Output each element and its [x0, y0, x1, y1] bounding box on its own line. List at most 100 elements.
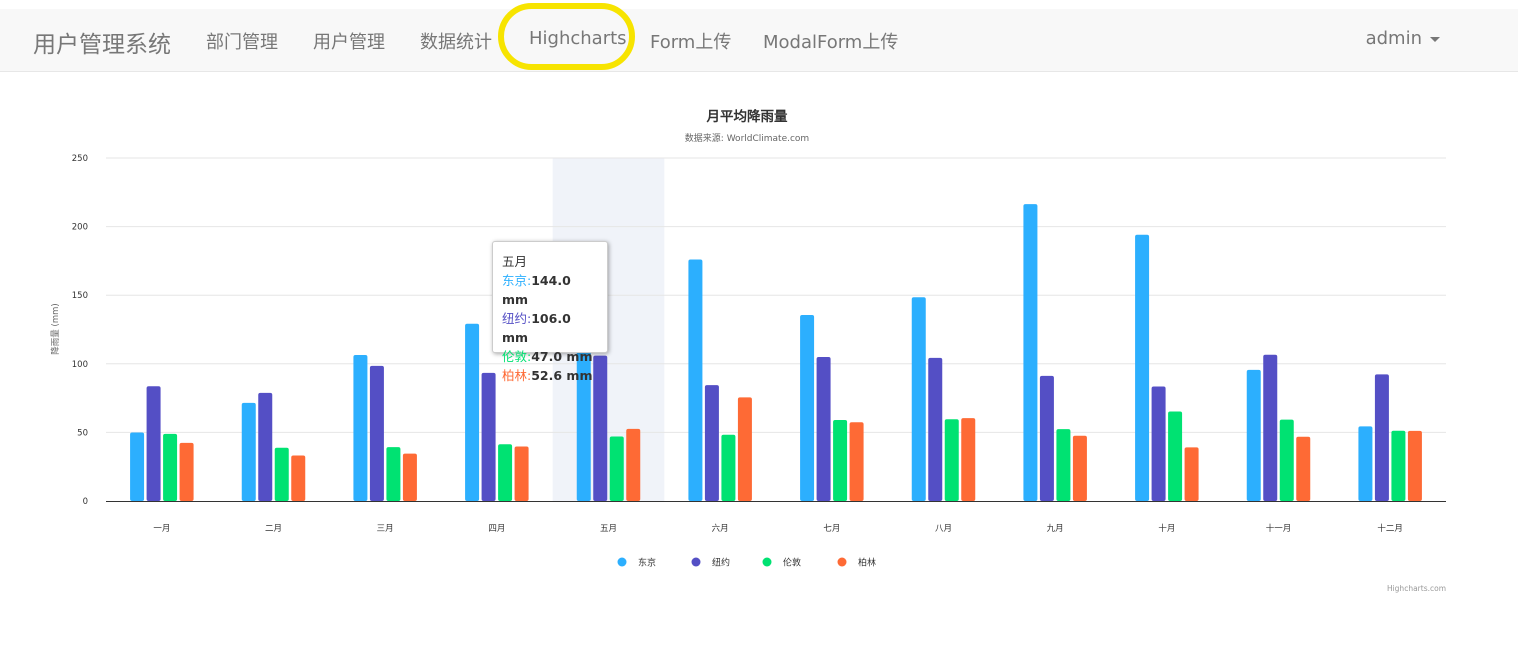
bar[interactable] — [498, 444, 513, 501]
bar[interactable] — [130, 432, 145, 501]
bar[interactable] — [721, 434, 736, 501]
nav-item-user[interactable]: 用户管理 — [313, 28, 385, 54]
bar[interactable] — [146, 386, 161, 501]
bar[interactable] — [1184, 447, 1199, 501]
bar[interactable] — [386, 447, 401, 501]
bar[interactable] — [833, 420, 848, 501]
x-tick-label: 六月 — [712, 523, 729, 534]
bar[interactable] — [402, 453, 417, 501]
legend-label: 柏林 — [858, 557, 876, 569]
bar[interactable] — [1374, 374, 1389, 501]
x-tick-label: 八月 — [935, 524, 952, 534]
bar[interactable] — [1358, 426, 1373, 501]
x-tick-label: 二月 — [265, 524, 282, 534]
tooltip-row: 东京:144.0 mm — [502, 273, 571, 307]
y-axis-ticks: 0 50 100 150 200 250 — [72, 154, 88, 507]
bar[interactable] — [1168, 411, 1183, 501]
bar[interactable] — [704, 385, 719, 501]
y-tick-label: 0 — [83, 497, 88, 507]
tooltip-label: 柏林 — [502, 368, 528, 383]
bar[interactable] — [465, 323, 480, 501]
bar[interactable] — [1296, 436, 1311, 501]
bar[interactable] — [1039, 375, 1054, 501]
bar[interactable] — [800, 314, 815, 501]
user-name: admin — [1365, 28, 1422, 49]
legend-item[interactable]: 纽约 — [691, 557, 731, 569]
tooltip-label: 伦敦 — [502, 349, 528, 364]
y-tick-label: 250 — [72, 154, 88, 164]
bar[interactable] — [961, 418, 976, 501]
bar[interactable] — [353, 355, 368, 501]
bar[interactable] — [274, 447, 289, 501]
caret-down-icon — [1430, 36, 1440, 42]
chart-tooltip: 五月 东京:144.0 mm 纽约:106.0 mm 伦敦:47.0 mm 柏林… — [492, 241, 608, 383]
bar[interactable] — [1023, 204, 1038, 502]
gridlines — [106, 157, 1446, 433]
bar[interactable] — [737, 397, 752, 501]
x-tick-label: 四月 — [488, 524, 505, 534]
legend-label: 纽约 — [712, 557, 730, 569]
bar[interactable] — [911, 297, 926, 501]
legend-marker — [617, 557, 627, 567]
bar[interactable] — [1135, 234, 1150, 501]
y-tick-label: 150 — [72, 291, 88, 301]
x-tick-label: 十月 — [1158, 523, 1175, 534]
brand-title[interactable]: 用户管理系统 — [33, 25, 171, 59]
nav-item-form-upload[interactable]: Form上传 — [650, 28, 731, 54]
highlight-annotation — [498, 3, 635, 70]
y-tick-label: 100 — [72, 360, 88, 370]
legend-item[interactable]: 东京 — [617, 557, 657, 569]
bar[interactable] — [1279, 419, 1294, 501]
bars — [130, 204, 1422, 502]
x-tick-label: 九月 — [1047, 524, 1064, 534]
legend-label: 东京 — [638, 557, 656, 569]
user-dropdown[interactable]: admin — [1366, 28, 1440, 49]
tooltip-label: 东京 — [502, 273, 528, 288]
legend-marker — [762, 557, 772, 567]
y-axis-title: 降雨量 (mm) — [50, 303, 61, 354]
navbar: 用户管理系统 部门管理 用户管理 数据统计 Highcharts Form上传 … — [0, 9, 1518, 72]
x-tick-label: 三月 — [377, 524, 394, 534]
tooltip-title: 五月 — [502, 254, 528, 269]
bar[interactable] — [163, 433, 178, 501]
bar[interactable] — [944, 419, 959, 501]
nav-item-modalform-upload[interactable]: ModalForm上传 — [763, 28, 898, 54]
legend-label: 伦敦 — [783, 557, 801, 569]
bar[interactable] — [688, 259, 703, 501]
tooltip-value: 52.6 mm — [531, 368, 593, 383]
bar[interactable] — [1391, 430, 1406, 501]
credits-link: Highcharts.com — [1387, 584, 1446, 593]
nav-item-statistics[interactable]: 数据统计 — [420, 28, 492, 54]
bar[interactable] — [1072, 435, 1087, 501]
tooltip-value: 47.0 mm — [531, 349, 593, 364]
y-tick-label: 50 — [77, 428, 88, 438]
bar[interactable] — [291, 455, 306, 501]
bar[interactable] — [609, 436, 624, 501]
bar[interactable] — [1151, 386, 1166, 501]
bar[interactable] — [241, 402, 256, 501]
bar[interactable] — [258, 392, 273, 501]
tooltip-row: 伦敦:47.0 mm — [502, 349, 593, 364]
bar[interactable] — [1407, 430, 1422, 501]
bar[interactable] — [849, 422, 864, 501]
bar[interactable] — [514, 446, 529, 501]
tooltip-row: 纽约:106.0 mm — [502, 311, 571, 345]
bar[interactable] — [1056, 429, 1071, 501]
legend-item[interactable]: 柏林 — [837, 557, 877, 569]
legend: 东京 纽约 伦敦 柏林 — [617, 557, 877, 569]
y-tick-label: 200 — [72, 223, 88, 233]
bar[interactable] — [1246, 369, 1261, 501]
bar[interactable] — [1263, 354, 1278, 501]
bar[interactable] — [179, 442, 194, 501]
bar[interactable] — [481, 372, 496, 501]
bar[interactable] — [626, 428, 641, 501]
chart-title: 月平均降雨量 — [706, 108, 788, 125]
bar[interactable] — [816, 356, 831, 501]
x-tick-label: 十二月 — [1377, 523, 1403, 534]
x-tick-label: 七月 — [823, 524, 840, 534]
bar[interactable] — [928, 357, 943, 501]
bar[interactable] — [369, 365, 384, 501]
nav-item-department[interactable]: 部门管理 — [206, 28, 278, 54]
legend-item[interactable]: 伦敦 — [762, 557, 802, 569]
x-tick-label: 五月 — [600, 524, 617, 534]
